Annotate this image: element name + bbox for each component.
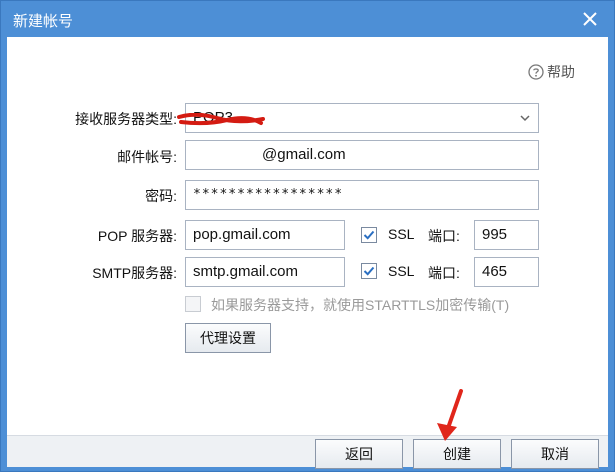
account-input[interactable]: @gmail.com	[185, 140, 539, 170]
pop-server-label: POP 服务器:	[97, 228, 177, 244]
close-icon[interactable]	[580, 9, 600, 29]
smtp-ssl-label: SSL	[388, 263, 415, 279]
new-account-dialog: 新建帐号 帮助 接收服务器类型: POP3 邮件帐号: @gmail.com 密…	[0, 0, 615, 472]
pop-port-input[interactable]: 995	[474, 220, 539, 250]
cancel-button[interactable]: 取消	[511, 439, 599, 469]
dialog-body: 帮助 接收服务器类型: POP3 邮件帐号: @gmail.com 密码: **…	[7, 37, 608, 469]
smtp-server-input[interactable]: smtp.gmail.com	[185, 257, 345, 287]
starttls-label: 如果服务器支持，就使用STARTTLS加密传输(T)	[211, 297, 510, 313]
back-button[interactable]: 返回	[315, 439, 403, 469]
help-label: 帮助	[547, 64, 575, 80]
pop-server-input[interactable]: pop.gmail.com	[185, 220, 345, 250]
pop-ssl-checkbox[interactable]	[361, 227, 377, 243]
proxy-settings-button[interactable]: 代理设置	[185, 323, 271, 353]
pop-port-value: 995	[482, 226, 508, 243]
smtp-server-label: SMTP服务器:	[92, 265, 177, 281]
pop-ssl-label: SSL	[388, 226, 415, 242]
server-type-label: 接收服务器类型:	[75, 111, 177, 127]
account-value: @gmail.com	[262, 146, 346, 163]
dialog-title: 新建帐号	[13, 13, 74, 30]
smtp-port-value: 465	[482, 263, 508, 280]
password-input[interactable]: *****************	[185, 180, 539, 210]
pop-port-label: 端口:	[428, 228, 460, 244]
redaction-scribble	[177, 113, 265, 126]
password-value: *****************	[193, 187, 344, 202]
annotation-arrow-icon	[437, 389, 463, 441]
chevron-down-icon	[520, 104, 530, 132]
account-label: 邮件帐号:	[117, 149, 177, 165]
smtp-port-label: 端口:	[428, 265, 460, 281]
pop-server-value: pop.gmail.com	[193, 226, 291, 243]
starttls-checkbox[interactable]	[185, 296, 201, 312]
smtp-server-value: smtp.gmail.com	[193, 263, 299, 280]
question-circle-icon	[528, 64, 544, 80]
smtp-ssl-checkbox[interactable]	[361, 263, 377, 279]
title-bar[interactable]: 新建帐号	[1, 1, 614, 37]
password-label: 密码:	[145, 188, 177, 204]
help-link[interactable]: 帮助	[528, 62, 575, 82]
smtp-port-input[interactable]: 465	[474, 257, 539, 287]
